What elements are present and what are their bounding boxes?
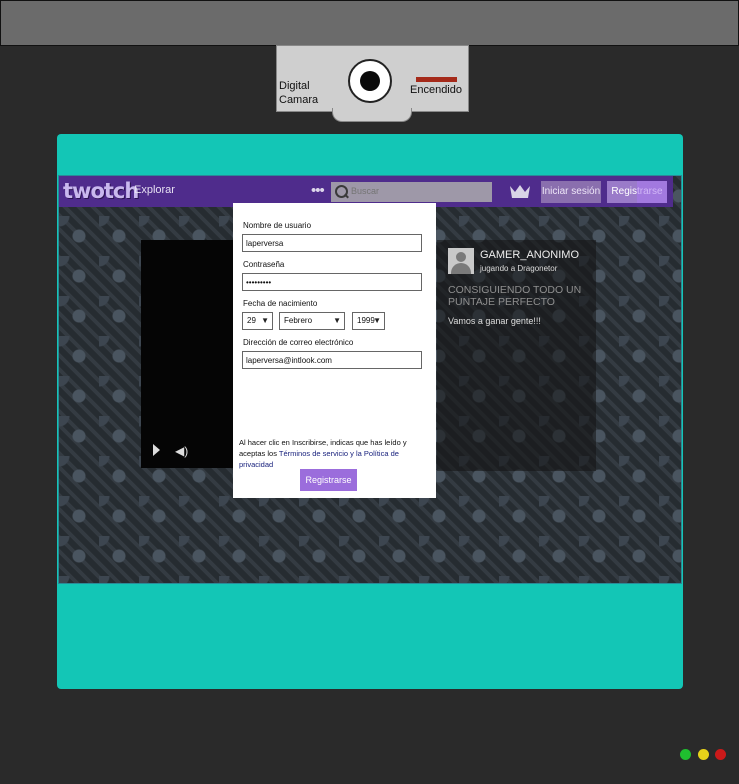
chevron-down-icon: ▼ <box>333 316 341 325</box>
more-options-icon[interactable]: ••• <box>311 182 325 199</box>
birthdate-label: Fecha de nacimiento <box>243 299 318 308</box>
day-value: 29 <box>247 316 256 325</box>
streamer-name[interactable]: GAMER_ANONIMO <box>480 249 579 261</box>
yellow-light <box>698 749 709 760</box>
crown-icon[interactable] <box>510 184 530 199</box>
green-light <box>680 749 691 760</box>
avatar[interactable] <box>448 248 474 274</box>
video-player[interactable] <box>141 240 237 468</box>
register-button-hover <box>637 181 667 203</box>
camera-led-indicator <box>416 77 457 82</box>
streamer-game: jugando a Dragonetor <box>480 264 558 273</box>
top-bar <box>0 0 739 46</box>
password-label: Contraseña <box>243 260 285 269</box>
day-select[interactable]: 29 ▼ <box>242 312 273 330</box>
login-button[interactable]: Iniciar sesión <box>541 181 601 203</box>
nav-explore-link[interactable]: Explorar <box>134 184 175 196</box>
camera-lens-icon <box>348 59 392 103</box>
volume-icon[interactable]: ◀︎) <box>175 444 188 458</box>
year-select[interactable]: 1999 ▼ <box>352 312 385 330</box>
site-logo[interactable]: twotch <box>63 179 139 203</box>
stream-info-panel <box>437 240 596 471</box>
camera-status: Encendido <box>410 84 462 96</box>
username-label: Nombre de usuario <box>243 221 312 230</box>
search-input[interactable] <box>351 186 481 196</box>
submit-register-button[interactable]: Registrarse <box>300 469 357 491</box>
red-light <box>715 749 726 760</box>
chevron-down-icon: ▼ <box>373 316 381 325</box>
password-field[interactable] <box>242 273 422 291</box>
chevron-down-icon: ▼ <box>261 316 269 325</box>
month-select[interactable]: Febrero ▼ <box>279 312 345 330</box>
email-label: Dirección de correo electrónico <box>243 338 354 347</box>
username-field[interactable] <box>242 234 422 252</box>
stream-title: CONSIGUIENDO TODO UN PUNTAJE PERFECTO <box>448 284 582 308</box>
stream-message: Vamos a ganar gente!!! <box>448 316 541 326</box>
month-value: Febrero <box>284 316 313 325</box>
terms-text: Al hacer clic en Inscribirse, indicas qu… <box>239 437 429 470</box>
camera-label: Digital Camara <box>279 80 319 106</box>
camera-notch <box>332 108 412 122</box>
email-field[interactable] <box>242 351 422 369</box>
play-icon[interactable] <box>153 444 160 456</box>
